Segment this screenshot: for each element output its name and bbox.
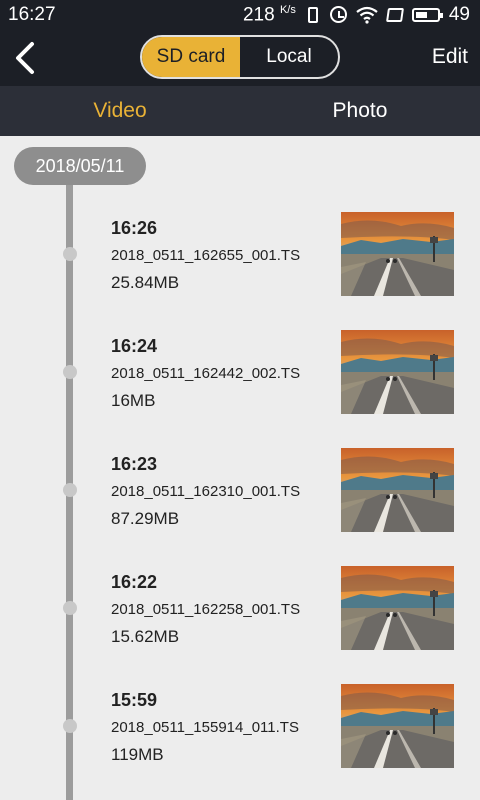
- road-scene-image: [341, 448, 454, 532]
- battery-level: 49: [448, 3, 470, 25]
- video-thumbnail[interactable]: [341, 566, 454, 650]
- tab-photo[interactable]: Photo: [240, 86, 480, 136]
- back-arrow-icon: [16, 42, 34, 74]
- video-thumbnail[interactable]: [341, 212, 454, 296]
- app-header: SD card Local Edit: [0, 30, 480, 86]
- timeline-dot: [63, 365, 77, 379]
- video-size: 25.84MB: [111, 273, 180, 292]
- road-scene-image: [341, 566, 454, 650]
- road-scene-image: [341, 684, 454, 768]
- status-icons: 218 K/s 49: [243, 4, 470, 26]
- video-item[interactable]: 16:26 2018_0511_162655_001.TS 25.84MB: [0, 196, 480, 314]
- video-filename: 2018_0511_162310_001.TS: [111, 483, 301, 500]
- timeline-dot: [63, 601, 77, 615]
- video-item[interactable]: 15:59 2018_0511_155914_011.TS 119MB: [0, 668, 480, 786]
- video-time: 16:23: [111, 454, 158, 474]
- road-scene-image: [341, 212, 454, 296]
- video-time: 16:22: [111, 572, 158, 592]
- wifi-icon: [356, 6, 378, 24]
- segment-local[interactable]: Local: [240, 37, 338, 77]
- media-tabs: Video Photo: [0, 86, 480, 136]
- video-thumbnail[interactable]: [341, 448, 454, 532]
- video-item[interactable]: 16:23 2018_0511_162310_001.TS 87.29MB: [0, 432, 480, 550]
- timeline-dot: [63, 719, 77, 733]
- video-filename: 2018_0511_162442_002.TS: [111, 365, 301, 382]
- segment-sd-card[interactable]: SD card: [142, 37, 240, 77]
- timeline-dot: [63, 247, 77, 261]
- status-bar: 16:27 218 K/s 49: [0, 0, 480, 30]
- back-button[interactable]: [10, 40, 44, 76]
- network-speed: 218 K/s: [242, 3, 296, 26]
- video-size: 87.29MB: [111, 509, 180, 528]
- status-time: 16:27: [8, 4, 56, 25]
- vibrate-icon: [307, 6, 318, 23]
- video-thumbnail[interactable]: [341, 684, 454, 768]
- video-size: 119MB: [111, 745, 164, 764]
- video-filename: 2018_0511_162258_001.TS: [111, 601, 301, 618]
- video-filename: 2018_0511_155914_011.TS: [111, 719, 299, 736]
- date-group-label: 2018/05/11: [14, 147, 146, 185]
- video-size: 15.62MB: [111, 627, 180, 646]
- tab-video[interactable]: Video: [0, 86, 240, 136]
- alarm-icon: [329, 6, 347, 24]
- video-time: 16:26: [111, 218, 158, 238]
- video-size: 16MB: [111, 391, 156, 410]
- storage-segmented-control: SD card Local: [140, 35, 340, 79]
- video-filename: 2018_0511_162655_001.TS: [111, 247, 301, 264]
- timeline-dot: [63, 483, 77, 497]
- video-time: 16:24: [111, 336, 158, 356]
- edit-button[interactable]: Edit: [432, 45, 468, 69]
- video-time: 15:59: [111, 690, 158, 710]
- video-thumbnail[interactable]: [341, 330, 454, 414]
- battery-icon: [411, 7, 443, 22]
- video-item[interactable]: 16:24 2018_0511_162442_002.TS 16MB: [0, 314, 480, 432]
- road-scene-image: [341, 330, 454, 414]
- video-item[interactable]: 16:22 2018_0511_162258_001.TS 15.62MB: [0, 550, 480, 668]
- sim-icon: [385, 7, 404, 22]
